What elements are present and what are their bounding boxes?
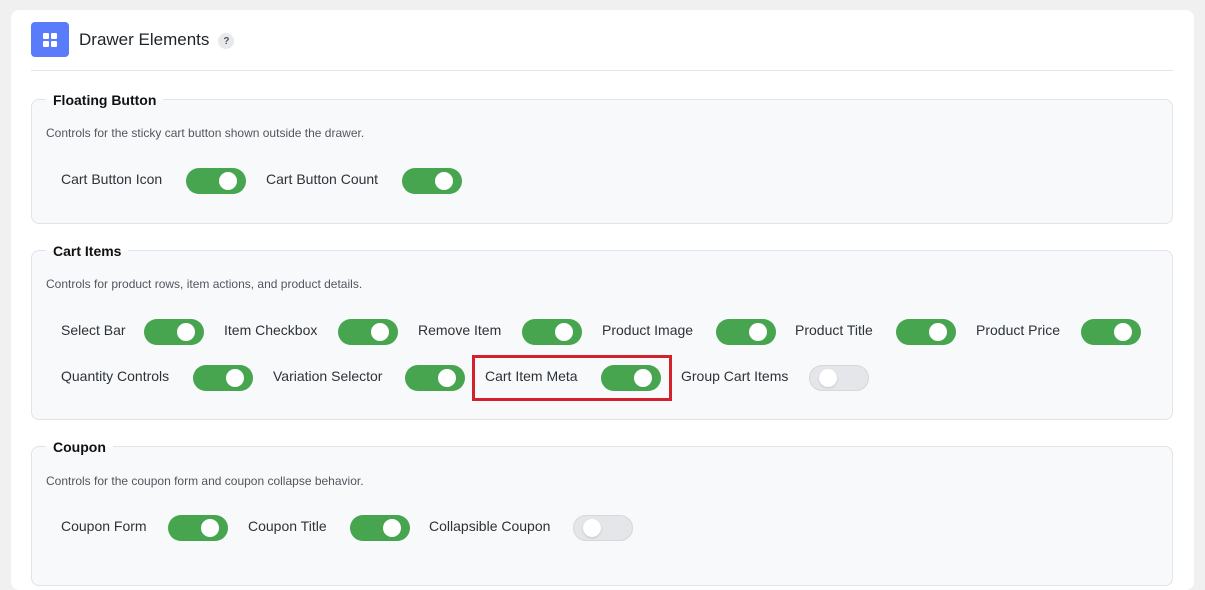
toggle-variation-selector[interactable] [405, 365, 465, 391]
toggle-label: Variation Selector [273, 368, 383, 384]
toggle-item-coupon-title: Coupon Title [248, 518, 327, 534]
toggle-label: Quantity Controls [61, 368, 170, 384]
card-header: Drawer Elements ? [31, 22, 1173, 71]
toggle-label: Coupon Title [248, 518, 327, 534]
toggle-item-item-checkbox: Item Checkbox [224, 322, 317, 338]
toggle-item-variation-selector: Variation Selector [273, 368, 382, 384]
toggle-item-product-price: Product Price [976, 322, 1060, 338]
toggle-coupon-title[interactable] [350, 515, 410, 541]
toggle-product-price[interactable] [1081, 319, 1141, 345]
toggle-cart-item-meta[interactable] [601, 365, 661, 391]
toggle-label: Cart Button Count [266, 171, 379, 187]
toggle-select-bar[interactable] [144, 319, 204, 345]
toggle-item-quantity-controls: Quantity Controls [61, 368, 169, 384]
toggle-item-remove-item: Remove Item [418, 322, 501, 338]
section-description: Controls for product rows, item actions,… [46, 277, 363, 291]
toggle-remove-item[interactable] [522, 319, 582, 345]
section-cart-items: Cart Items Controls for product rows, it… [31, 243, 1173, 420]
toggle-label: Coupon Form [61, 518, 147, 534]
toggle-label: Cart Item Meta [485, 368, 578, 384]
toggle-label: Select Bar [61, 322, 126, 338]
toggle-group-cart-items[interactable] [809, 365, 869, 391]
section-description: Controls for the sticky cart button show… [46, 126, 365, 140]
toggle-label: Cart Button Icon [61, 171, 163, 187]
toggle-item-cart-item-meta: Cart Item Meta [485, 368, 578, 384]
toggle-cart-button-count[interactable] [402, 168, 462, 194]
toggle-label: Remove Item [418, 322, 502, 338]
toggle-item-group-cart-items: Group Cart Items [681, 368, 788, 384]
toggle-label: Item Checkbox [224, 322, 318, 338]
section-coupon: Coupon Controls for the coupon form and … [31, 439, 1173, 586]
section-title: Cart Items [46, 243, 129, 259]
toggle-cart-button-icon[interactable] [186, 168, 246, 194]
toggle-label: Group Cart Items [681, 368, 789, 384]
toggle-collapsible-coupon[interactable] [573, 515, 633, 541]
toggle-label: Product Price [976, 322, 1061, 338]
toggle-quantity-controls[interactable] [193, 365, 253, 391]
toggle-coupon-form[interactable] [168, 515, 228, 541]
toggle-label: Product Title [795, 322, 873, 338]
drawer-elements-card: Drawer Elements ? Floating Button Contro… [11, 10, 1194, 590]
grid-icon [31, 22, 69, 57]
help-icon[interactable]: ? [218, 33, 235, 49]
toggle-label: Product Image [602, 322, 694, 338]
toggle-item-product-title: Product Title [795, 322, 873, 338]
toggle-product-image[interactable] [716, 319, 776, 345]
toggle-item-select-bar: Select Bar [61, 322, 126, 338]
toggle-item-collapsible-coupon: Collapsible Coupon [429, 518, 550, 534]
section-floating-button: Floating Button Controls for the sticky … [31, 92, 1173, 224]
toggle-label: Collapsible Coupon [429, 518, 551, 534]
toggle-product-title[interactable] [896, 319, 956, 345]
section-title: Floating Button [46, 92, 164, 108]
toggle-item-cart-button-icon: Cart Button Icon [61, 171, 162, 187]
section-title: Coupon [46, 439, 113, 455]
toggle-item-cart-button-count: Cart Button Count [266, 171, 378, 187]
toggle-item-coupon-form: Coupon Form [61, 518, 147, 534]
toggle-item-product-image: Product Image [602, 322, 693, 338]
toggle-item-checkbox[interactable] [338, 319, 398, 345]
section-description: Controls for the coupon form and coupon … [46, 474, 364, 488]
page-title: Drawer Elements [79, 30, 210, 49]
